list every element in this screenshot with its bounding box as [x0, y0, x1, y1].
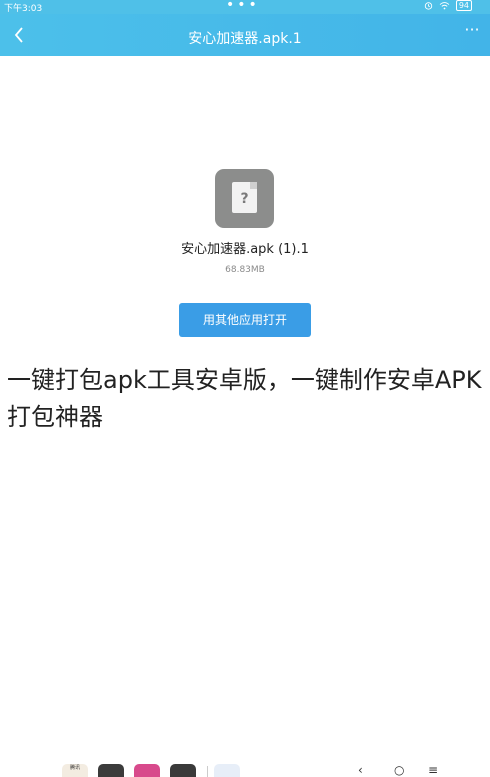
status-dots: •••	[226, 0, 260, 13]
wifi-icon	[439, 2, 450, 10]
status-icons: 94	[424, 0, 472, 11]
status-time: 下午3:03	[4, 4, 43, 14]
nav-menu-icon[interactable]: ≡	[428, 763, 438, 777]
more-icon: ···	[464, 20, 480, 39]
dock-app-4[interactable]	[170, 764, 196, 777]
dock-app-2[interactable]	[98, 764, 124, 777]
article-caption: 一键打包apk工具安卓版，一键制作安卓APK打包神器	[7, 366, 482, 431]
file-unknown-icon: ?	[215, 169, 274, 228]
dock-app-1-label: 腾讯	[69, 765, 80, 771]
open-with-other-app-button[interactable]: 用其他应用打开	[179, 303, 311, 337]
document-shape: ?	[232, 182, 257, 213]
dock-separator	[207, 766, 208, 777]
more-button[interactable]: ···	[460, 22, 484, 44]
dock-app-5[interactable]	[214, 764, 240, 777]
taskbar-dock: 腾讯 ‹ ○ ≡	[0, 758, 490, 777]
file-size: 68.83MB	[225, 265, 265, 275]
question-mark: ?	[240, 191, 249, 207]
file-name: 安心加速器.apk (1).1	[181, 242, 309, 257]
alarm-icon	[424, 2, 433, 10]
nav-back-icon[interactable]: ‹	[358, 763, 363, 777]
page-title: 安心加速器.apk.1	[188, 31, 302, 47]
app-bar: 安心加速器.apk.1 ···	[0, 14, 490, 56]
dock-app-1[interactable]: 腾讯	[62, 764, 88, 777]
status-bar: 下午3:03 ••• 94	[0, 0, 490, 14]
battery-icon: 94	[455, 0, 472, 11]
nav-home-icon[interactable]: ○	[394, 763, 404, 777]
dock-app-3[interactable]	[134, 764, 160, 777]
